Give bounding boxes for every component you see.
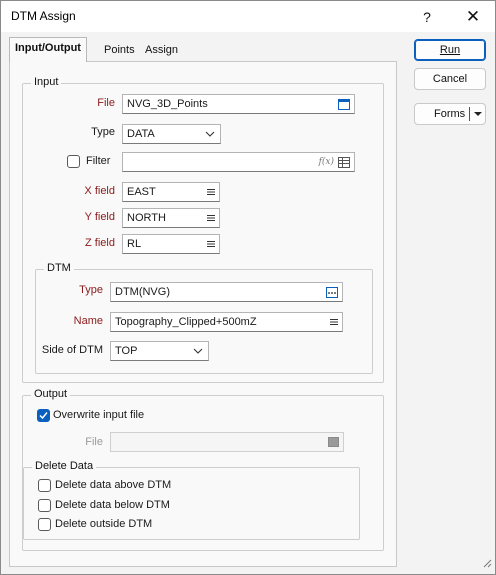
dtm-type-label: Type xyxy=(79,284,103,296)
list-icon[interactable] xyxy=(207,209,215,227)
forms-button[interactable]: Forms xyxy=(414,103,486,125)
chevron-down-icon xyxy=(193,343,203,365)
delete-outside-checkbox[interactable] xyxy=(38,518,51,531)
side-of-dtm-value: TOP xyxy=(115,345,138,357)
dtm-group-title: DTM xyxy=(44,262,74,274)
forms-button-label: Forms xyxy=(434,108,466,120)
file-label: File xyxy=(97,97,115,109)
filter-checkbox[interactable] xyxy=(67,155,80,168)
table-icon[interactable] xyxy=(338,153,350,171)
delete-below-label: Delete data below DTM xyxy=(55,499,170,511)
input-group-title: Input xyxy=(31,76,62,88)
output-file-input[interactable] xyxy=(110,432,344,452)
delete-above-label: Delete data above DTM xyxy=(55,479,172,491)
delete-outside-label: Delete outside DTM xyxy=(55,518,153,530)
input-group: Input File NVG_3D_Points Type DATA Filte… xyxy=(22,76,384,383)
list-icon[interactable] xyxy=(330,313,338,331)
tab-assign[interactable]: Assign xyxy=(139,39,184,61)
file-input[interactable]: NVG_3D_Points xyxy=(122,94,355,114)
yfield-input-value: NORTH xyxy=(127,212,166,224)
resize-grip-icon[interactable] xyxy=(482,558,492,571)
browse-file-icon[interactable] xyxy=(338,95,350,113)
dtm-type-input[interactable]: DTM(NVG) xyxy=(110,282,343,302)
title-bar: DTM Assign ? ✕ xyxy=(1,1,495,32)
zfield-input[interactable]: RL xyxy=(122,234,220,254)
forms-dropdown-icon[interactable] xyxy=(473,104,483,131)
type-select-value: DATA xyxy=(127,128,155,140)
delete-above-checkbox[interactable] xyxy=(38,479,51,492)
output-group: Output Overwrite input file File Delete … xyxy=(22,388,384,551)
dtm-name-input-value: Topography_Clipped+500mZ xyxy=(115,316,257,328)
side-of-dtm-label: Side of DTM xyxy=(41,344,103,356)
yfield-label: Y field xyxy=(84,211,115,223)
type-label: Type xyxy=(91,126,115,138)
delete-below-checkbox[interactable] xyxy=(38,499,51,512)
output-file-label: File xyxy=(85,436,103,448)
list-icon[interactable] xyxy=(207,235,215,253)
list-icon[interactable] xyxy=(207,183,215,201)
delete-data-group: Delete Data Delete data above DTM Delete… xyxy=(23,460,360,540)
delete-data-group-title: Delete Data xyxy=(32,460,97,472)
output-group-title: Output xyxy=(31,388,71,400)
yfield-input[interactable]: NORTH xyxy=(122,208,220,228)
forms-separator xyxy=(469,107,470,121)
window-title: DTM Assign xyxy=(11,9,76,23)
tab-panel: Input File NVG_3D_Points Type DATA Filte… xyxy=(9,61,397,567)
type-select[interactable]: DATA xyxy=(122,124,221,144)
dtm-type-input-value: DTM(NVG) xyxy=(115,286,170,298)
tab-input-output[interactable]: Input/Output xyxy=(9,37,87,62)
filter-label: Filter xyxy=(86,155,111,167)
cancel-button[interactable]: Cancel xyxy=(414,68,486,90)
ellipsis-icon[interactable] xyxy=(326,283,338,301)
overwrite-label: Overwrite input file xyxy=(53,409,145,421)
browse-file-icon[interactable] xyxy=(328,433,339,451)
dtm-name-input[interactable]: Topography_Clipped+500mZ xyxy=(110,312,343,332)
cancel-button-label: Cancel xyxy=(432,73,468,85)
close-button[interactable]: ✕ xyxy=(453,1,493,32)
side-of-dtm-select[interactable]: TOP xyxy=(110,341,209,361)
chevron-down-icon xyxy=(205,126,215,148)
zfield-label: Z field xyxy=(85,237,115,249)
file-input-value: NVG_3D_Points xyxy=(127,98,208,110)
dialog-window: DTM Assign ? ✕ Input/Output Points Assig… xyxy=(0,0,496,575)
function-icon[interactable]: f(x) xyxy=(319,153,334,171)
filter-input[interactable]: f(x) xyxy=(122,152,355,172)
help-button[interactable]: ? xyxy=(407,1,447,32)
overwrite-checkbox[interactable] xyxy=(37,409,50,422)
run-button-label: Run xyxy=(439,44,461,56)
tab-points[interactable]: Points xyxy=(98,39,141,61)
xfield-input-value: EAST xyxy=(127,186,156,198)
run-button[interactable]: Run xyxy=(414,39,486,61)
xfield-input[interactable]: EAST xyxy=(122,182,220,202)
zfield-input-value: RL xyxy=(127,238,142,250)
dtm-group: DTM Type DTM(NVG) Name Topography_Clippe… xyxy=(35,262,373,374)
xfield-label: X field xyxy=(84,185,115,197)
dtm-name-label: Name xyxy=(73,315,103,327)
